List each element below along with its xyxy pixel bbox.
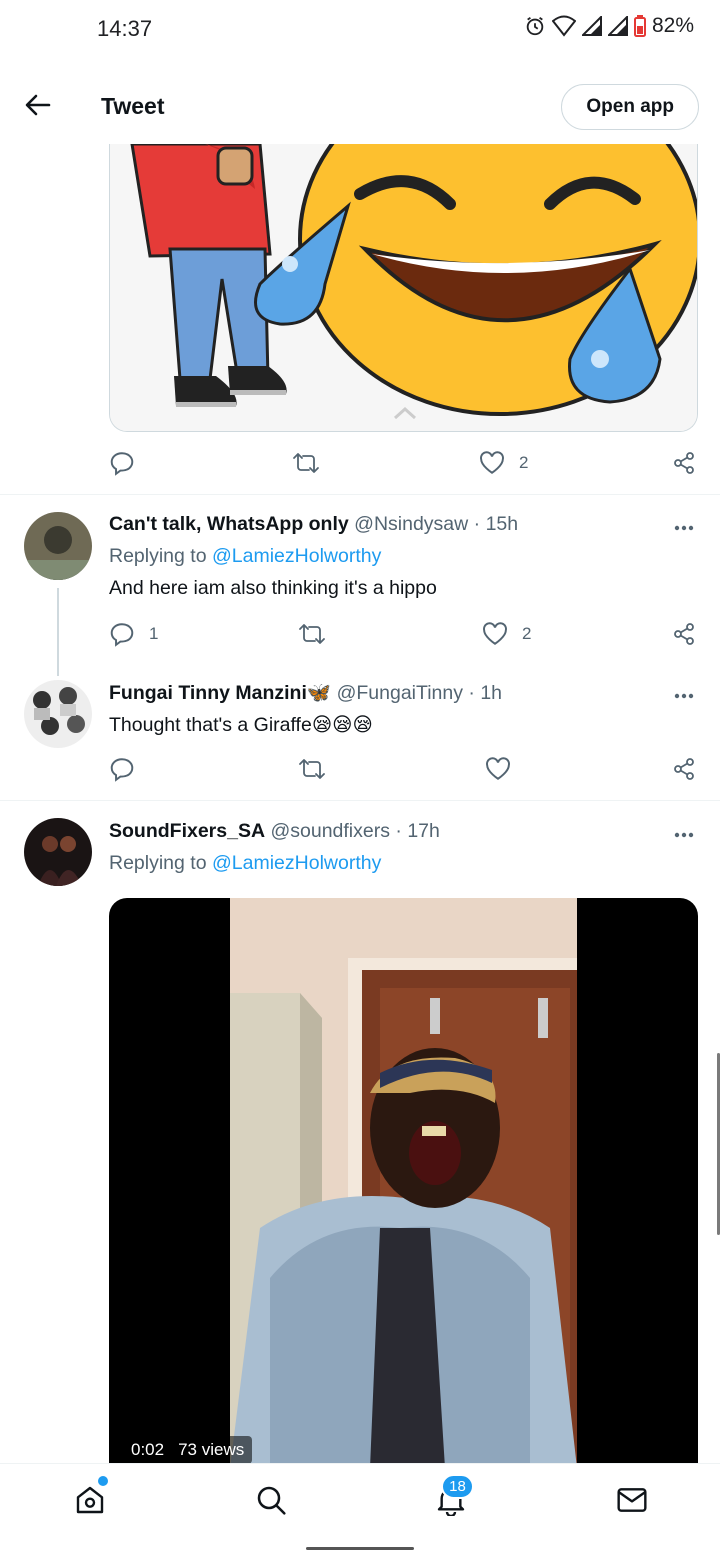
- status-icons: 82%: [524, 14, 694, 38]
- retweet-icon: [292, 451, 320, 475]
- home-icon: [74, 1484, 106, 1521]
- nav-home[interactable]: [70, 1482, 110, 1522]
- display-name[interactable]: Fungai Tinny Manzini🦋: [109, 682, 331, 704]
- reply-button[interactable]: [109, 752, 149, 786]
- more-options-button[interactable]: [672, 683, 696, 707]
- tweet-time: · 15h: [473, 513, 519, 535]
- arrow-left-icon: [25, 94, 51, 121]
- user-handle[interactable]: @soundfixers: [270, 820, 390, 842]
- tweet-actions: 2: [109, 446, 699, 480]
- divider: [0, 494, 720, 495]
- user-handle[interactable]: @FungaiTinny: [337, 682, 463, 704]
- replying-to: Replying to @LamiezHolworthy: [109, 545, 382, 567]
- bottom-nav: 18: [0, 1463, 720, 1537]
- thread-line: [57, 588, 59, 676]
- reply-icon: [109, 450, 135, 476]
- retweet-icon: [298, 622, 326, 646]
- signal-icon: [607, 16, 628, 36]
- tweet-header: Fungai Tinny Manzini🦋 @FungaiTinny · 1h: [109, 681, 502, 705]
- avatar[interactable]: [24, 512, 92, 580]
- nav-search[interactable]: [251, 1482, 291, 1522]
- back-button[interactable]: [18, 87, 58, 127]
- page-title: Tweet: [101, 93, 165, 119]
- retweet-button[interactable]: [298, 752, 340, 786]
- reply-button[interactable]: 1: [109, 617, 158, 651]
- share-icon: [672, 451, 696, 475]
- laughing-emoji-illustration: [110, 144, 697, 431]
- tweet-time: · 1h: [468, 682, 503, 704]
- video-frame: [230, 898, 577, 1468]
- reply-icon: [109, 756, 135, 782]
- messages-icon: [616, 1484, 648, 1521]
- tweet-time: · 17h: [395, 820, 440, 842]
- mention-link[interactable]: @LamiezHolworthy: [212, 852, 381, 874]
- like-button[interactable]: 2: [482, 617, 531, 651]
- notifications-badge: 18: [441, 1474, 474, 1499]
- divider: [0, 800, 720, 801]
- nav-messages[interactable]: [612, 1482, 652, 1522]
- more-options-button[interactable]: [672, 515, 696, 539]
- battery-icon: [633, 15, 646, 37]
- heart-icon: [485, 757, 511, 781]
- new-content-dot: [98, 1476, 108, 1486]
- more-icon: [674, 686, 694, 704]
- share-button[interactable]: [672, 752, 696, 786]
- tweet-header: Can't talk, WhatsApp only @Nsindysaw · 1…: [109, 513, 518, 536]
- tweet-actions: [109, 752, 699, 786]
- more-icon: [674, 518, 694, 536]
- tweet-actions: 1 2: [109, 617, 699, 651]
- user-handle[interactable]: @Nsindysaw: [354, 513, 468, 535]
- alarm-icon: [524, 15, 546, 37]
- tweet-text: Thought that's a Giraffe😪😪😪: [109, 714, 373, 736]
- video-views: 73 views: [178, 1440, 245, 1459]
- top-app-bar: Tweet Open app: [0, 70, 720, 144]
- share-icon: [672, 757, 696, 781]
- video-player[interactable]: 0:02 73 views: [109, 898, 698, 1468]
- avatar[interactable]: [24, 818, 92, 886]
- share-button[interactable]: [672, 446, 696, 480]
- open-app-button[interactable]: Open app: [561, 84, 699, 130]
- share-button[interactable]: [672, 617, 696, 651]
- signal-icon: [581, 16, 602, 36]
- like-button[interactable]: 2: [479, 446, 528, 480]
- tweet-image[interactable]: [109, 144, 698, 432]
- search-icon: [255, 1484, 287, 1521]
- video-duration: 0:02: [131, 1440, 165, 1459]
- retweet-icon: [298, 757, 326, 781]
- video-info-badge: 0:02 73 views: [123, 1436, 253, 1464]
- tweet-text: And here iam also thinking it's a hippo: [109, 577, 437, 599]
- reply-button[interactable]: [109, 446, 149, 480]
- more-icon: [674, 825, 694, 843]
- chevron-up-icon[interactable]: [393, 406, 417, 425]
- mention-link[interactable]: @LamiezHolworthy: [212, 545, 381, 567]
- display-name[interactable]: Can't talk, WhatsApp only: [109, 513, 349, 535]
- status-bar: 14:37 82%: [0, 0, 720, 60]
- avatar[interactable]: [24, 680, 92, 748]
- gesture-bar: [306, 1547, 414, 1550]
- retweet-button[interactable]: [298, 617, 340, 651]
- status-time: 14:37: [97, 16, 153, 41]
- replying-to: Replying to @LamiezHolworthy: [109, 852, 382, 874]
- wifi-icon: [551, 15, 576, 37]
- heart-icon: [482, 622, 508, 646]
- reply-icon: [109, 621, 135, 647]
- heart-icon: [479, 451, 505, 475]
- retweet-button[interactable]: [292, 446, 334, 480]
- more-options-button[interactable]: [672, 822, 696, 846]
- battery-percent: 82%: [651, 14, 694, 37]
- share-icon: [672, 622, 696, 646]
- tweet-header: SoundFixers_SA @soundfixers · 17h: [109, 820, 440, 843]
- display-name[interactable]: SoundFixers_SA: [109, 820, 265, 842]
- like-button[interactable]: [485, 752, 525, 786]
